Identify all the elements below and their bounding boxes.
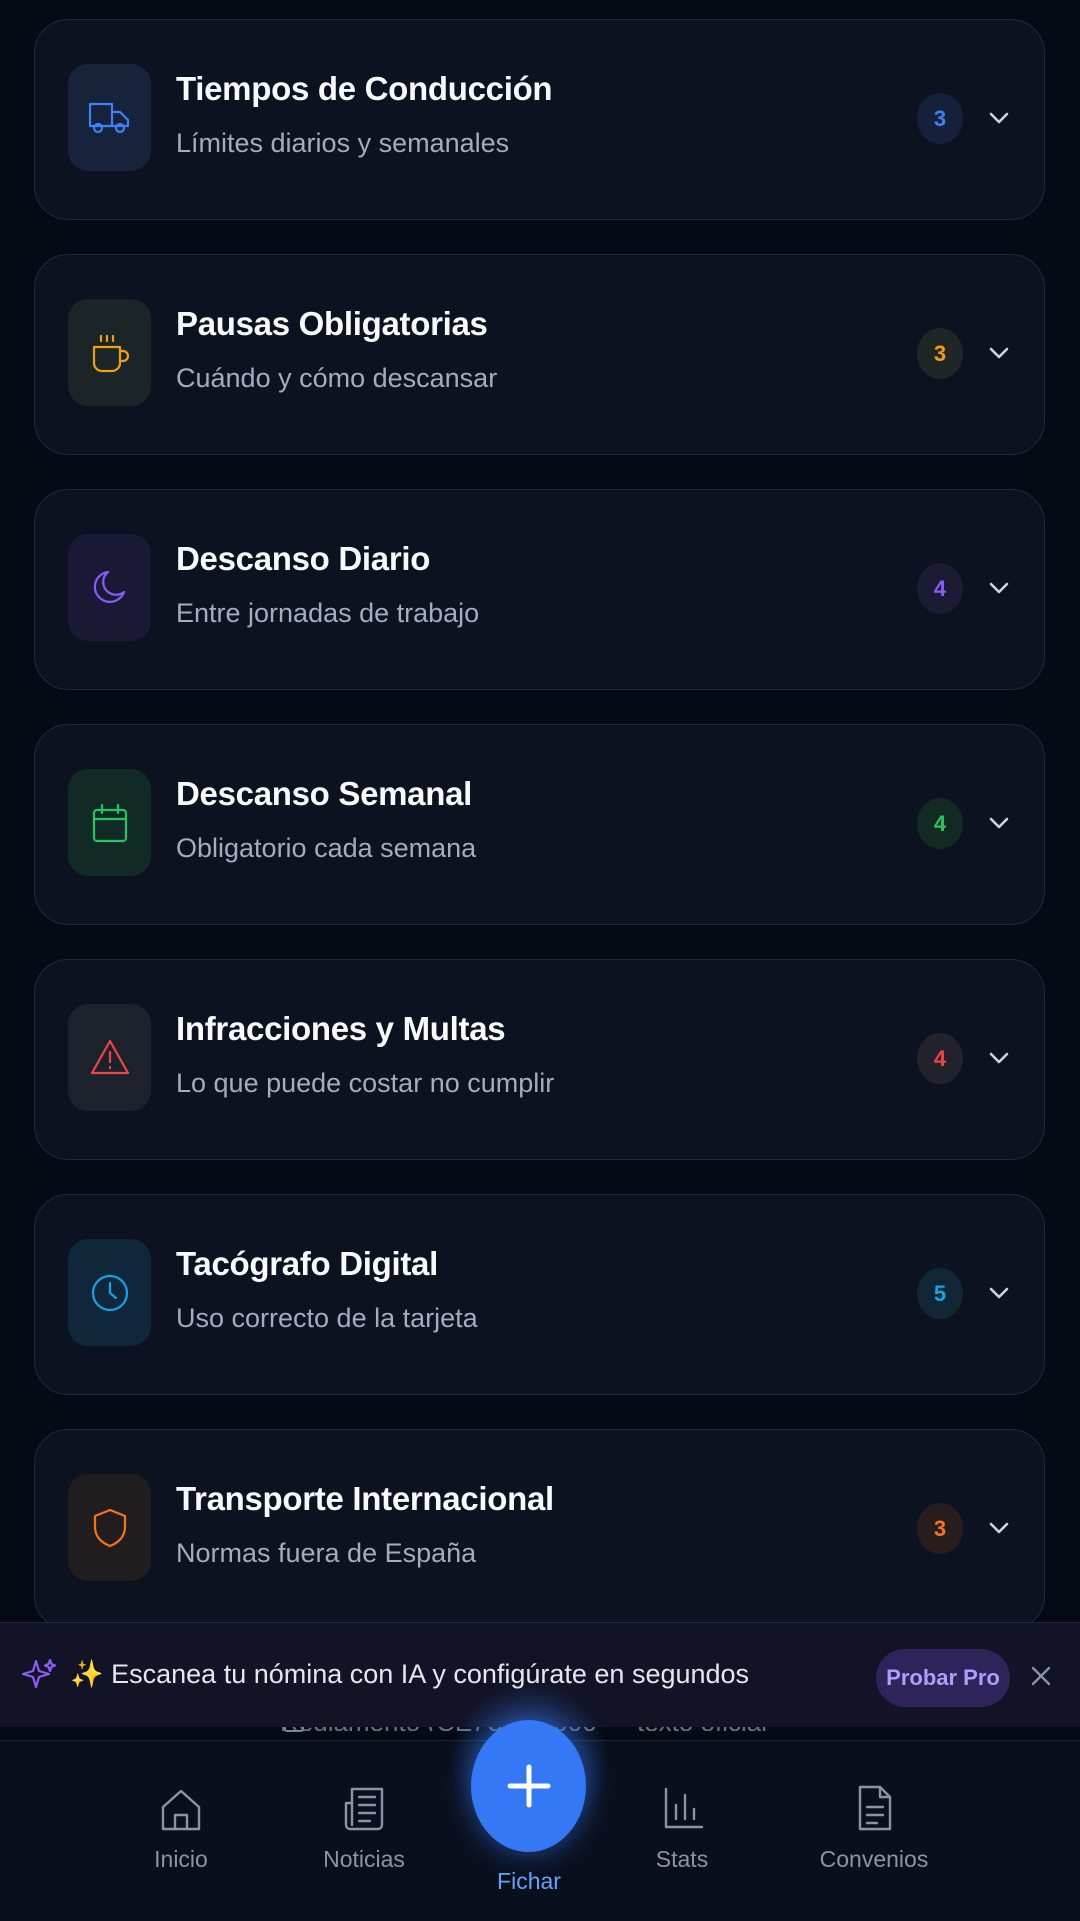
chevron-down-icon[interactable] <box>985 1044 1013 1072</box>
count-badge: 3 <box>917 1503 963 1554</box>
section-subtitle: Lo que puede costar no cumplir <box>176 1068 555 1098</box>
nav-label: Convenios <box>819 1846 929 1872</box>
accordion-card[interactable]: Descanso Semanal Obligatorio cada semana 4 <box>34 724 1045 925</box>
section-title: Tiempos de Conducción <box>176 70 553 107</box>
accordion-card[interactable]: Descanso Diario Entre jornadas de trabajo… <box>34 489 1045 690</box>
sparkles-icon <box>21 1657 58 1693</box>
section-title: Descanso Semanal <box>176 775 473 812</box>
accordion-card[interactable]: Transporte Internacional Normas fuera de … <box>34 1429 1045 1630</box>
warning-icon <box>90 1039 129 1074</box>
section-icon-box <box>68 64 151 171</box>
chevron-down-icon[interactable] <box>985 1279 1013 1307</box>
section-subtitle: Normas fuera de España <box>176 1538 477 1568</box>
home-icon <box>161 1789 201 1831</box>
section-subtitle: Uso correcto de la tarjeta <box>176 1303 478 1333</box>
section-title: Pausas Obligatorias <box>176 305 488 342</box>
count-badge: 5 <box>917 1268 963 1319</box>
section-title: Transporte Internacional <box>176 1480 554 1517</box>
count-badge: 4 <box>917 1033 963 1084</box>
newspaper-icon <box>344 1787 384 1831</box>
section-icon-box <box>68 534 151 641</box>
fab-label: Fichar <box>497 1868 561 1894</box>
promo-text: ✨ Escanea tu nómina con IA y configúrate… <box>70 1659 750 1689</box>
accordion-card[interactable]: Tacógrafo Digital Uso correcto de la tarj… <box>34 1194 1045 1395</box>
nav-item-convenios[interactable]: Convenios <box>809 1783 939 1873</box>
count-badge: 3 <box>917 328 963 379</box>
shield-icon <box>93 1508 126 1547</box>
count-badge: 3 <box>917 93 963 144</box>
nav-item-inicio[interactable]: Inicio <box>116 1783 246 1873</box>
section-icon-box <box>68 769 151 876</box>
section-icon-box <box>68 299 151 406</box>
plus-icon <box>507 1764 550 1808</box>
count-badge: 4 <box>917 798 963 849</box>
chevron-down-icon[interactable] <box>985 574 1013 602</box>
nav-item-noticias[interactable]: Noticias <box>299 1783 429 1873</box>
accordion-card[interactable]: Infracciones y Multas Lo que puede costar… <box>34 959 1045 1160</box>
fichar-button[interactable] <box>471 1720 586 1852</box>
section-icon-box <box>68 1239 151 1346</box>
nav-label: Inicio <box>154 1846 208 1872</box>
section-icon-box <box>68 1004 151 1111</box>
calendar-icon <box>92 803 127 842</box>
section-title: Infracciones y Multas <box>176 1010 506 1047</box>
accordion-card[interactable]: Tiempos de Conducción Límites diarios y s… <box>34 19 1045 220</box>
chevron-down-icon[interactable] <box>985 1514 1013 1542</box>
chevron-down-icon[interactable] <box>985 104 1013 132</box>
chevron-down-icon[interactable] <box>985 339 1013 367</box>
coffee-icon <box>92 334 129 372</box>
accordion-card[interactable]: Pausas Obligatorias Cuándo y cómo descans… <box>34 254 1045 455</box>
section-subtitle: Cuándo y cómo descansar <box>176 363 498 393</box>
nav-label: Noticias <box>323 1846 405 1872</box>
try-pro-button[interactable]: Probar Pro <box>876 1649 1010 1707</box>
section-subtitle: Límites diarios y semanales <box>176 128 510 158</box>
count-badge: 4 <box>917 563 963 614</box>
section-subtitle: Obligatorio cada semana <box>176 833 477 863</box>
moon-icon <box>93 570 125 603</box>
close-icon[interactable] <box>1030 1665 1052 1687</box>
nav-label: Stats <box>655 1846 709 1872</box>
section-subtitle: Entre jornadas de trabajo <box>176 598 480 628</box>
bar-chart-icon <box>664 1787 704 1829</box>
truck-icon <box>88 102 129 133</box>
nav-item-stats[interactable]: Stats <box>617 1783 747 1873</box>
section-icon-box <box>68 1474 151 1581</box>
section-title: Tacógrafo Digital <box>176 1245 438 1282</box>
clock-icon <box>91 1274 128 1311</box>
section-title: Descanso Diario <box>176 540 431 577</box>
document-icon <box>858 1785 892 1831</box>
chevron-down-icon[interactable] <box>985 809 1013 837</box>
